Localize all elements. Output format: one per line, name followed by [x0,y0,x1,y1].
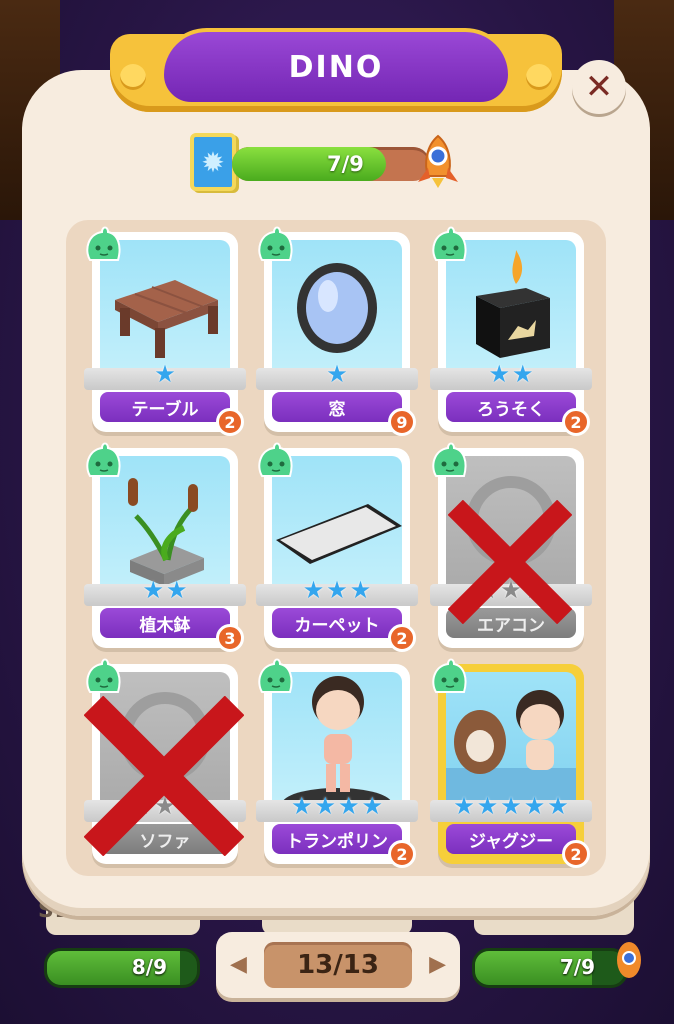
star-rating: ★ ★ [84,578,246,606]
dino-mascot-icon [428,224,470,264]
star-icon: ★ [314,792,336,820]
dino-mascot-icon [428,440,470,480]
star-icon: ★ [154,360,176,388]
star-icon: ★ [523,792,546,820]
star-rating: ★ [256,362,418,390]
star-icon: ★ [166,576,188,604]
dino-mascot-icon [428,656,470,696]
bg-progress-bar-dino: 7/9 [472,948,628,988]
dino-mascot-icon [254,440,296,480]
triangle-left-icon[interactable]: ◀ [230,952,247,977]
dino-mascot-icon [82,656,124,696]
cross-mark-icon [448,500,572,624]
cross-mark-icon [84,696,244,856]
card-count-badge: 2 [388,624,416,652]
bg-rocket-icon [617,942,641,978]
card-label: テーブル [100,392,230,422]
star-icon: ★ [302,576,325,604]
star-icon: ★ [338,792,360,820]
star-icon: ★ [453,792,475,820]
star-icon: ★ [142,576,164,604]
furniture-card[interactable]: ★ ★ ★ カーペット 2 [256,442,418,652]
furniture-card[interactable]: ★ ★ ろうそく 2 [430,226,592,436]
star-icon: ★ [326,576,348,604]
bg-progress-text: 7/9 [559,955,595,979]
star-icon: ★ [500,792,522,820]
dino-mascot-icon [254,656,296,696]
card-label: トランポリン [272,824,402,854]
bg-progress-text: 8/9 [131,955,167,979]
triangle-right-icon[interactable]: ▶ [429,952,446,977]
star-rating: ★ ★ [430,362,592,390]
card-label: 植木鉢 [100,608,230,638]
panel-title: DINO [288,49,384,85]
title-banner: DINO [110,12,562,112]
page-indicator: 13/13 [264,942,412,988]
star-icon: ★ [290,792,313,820]
bg-progress-bar-seungkwan: 8/9 [44,948,200,988]
star-icon: ★ [547,792,569,820]
furniture-card[interactable]: ★ 窓 9 [256,226,418,436]
star-rating: ★ ★ ★ ★ ★ [430,794,592,822]
card-pack-icon: ✹ [190,133,236,191]
banner-peg-left [120,64,146,90]
card-count-badge: 9 [388,408,416,436]
card-label: カーペット [272,608,402,638]
collection-progress-bar: 7/9 [232,147,430,181]
dino-mascot-icon [82,224,124,264]
star-icon: ★ [361,792,384,820]
dino-mascot-icon [82,440,124,480]
star-icon: ★ [349,576,372,604]
rocket-reward-icon[interactable] [414,134,462,190]
furniture-card[interactable]: ★ ★ ★ ★ ★ ジャグジー 2 [430,658,592,868]
progress-text: 7/9 [327,152,364,176]
furniture-card[interactable]: ★ テーブル 2 [84,226,246,436]
dino-mascot-icon [254,224,296,264]
star-icon: ★ [488,360,510,388]
card-label: 窓 [272,392,402,422]
star-icon: ★ [476,792,499,820]
card-count-badge: 3 [216,624,244,652]
title-plate: DINO [160,28,512,106]
card-count-badge: 2 [562,408,590,436]
card-label: ジャグジー [446,824,576,854]
close-icon: ✕ [584,67,614,107]
banner-peg-right [526,64,552,90]
close-button[interactable]: ✕ [572,60,626,114]
card-count-badge: 2 [216,408,244,436]
star-rating: ★★★ [256,578,418,606]
card-count-badge: 2 [388,840,416,868]
furniture-card[interactable]: ★ ★ ★ ★ トランポリン 2 [256,658,418,868]
star-icon: ★ [326,360,348,388]
page-navigator: ◀ 13/13 ▶ [216,932,460,998]
star-rating: ★ ★ ★ ★ [256,794,418,822]
star-rating: ★ [84,362,246,390]
card-label: ろうそく [446,392,576,422]
star-icon: ★ [512,360,534,388]
card-count-badge: 2 [562,840,590,868]
furniture-card[interactable]: ★ ★ 植木鉢 3 [84,442,246,652]
